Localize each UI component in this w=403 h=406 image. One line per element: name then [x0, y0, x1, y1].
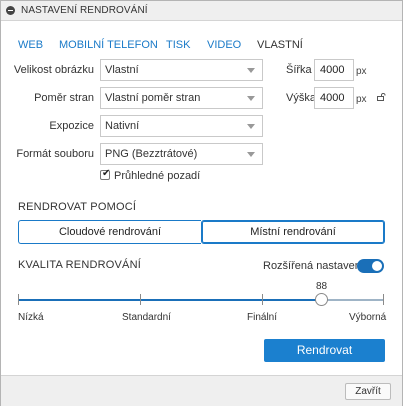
quality-mark-standard: Standardní — [122, 312, 171, 323]
width-value: 4000 — [320, 64, 345, 76]
lock-open-icon[interactable] — [377, 93, 386, 101]
dialog-menu-icon[interactable] — [6, 6, 15, 15]
chevron-down-icon — [247, 124, 255, 129]
chevron-down-icon — [247, 96, 255, 101]
chevron-down-icon — [247, 68, 255, 73]
quality-slider-thumb[interactable] — [315, 293, 328, 306]
check-icon: ✔ — [102, 168, 111, 179]
height-unit: px — [356, 94, 367, 105]
file-format-select[interactable]: PNG (Bezztrátové) — [100, 143, 263, 165]
dialog-title: NASTAVENÍ RENDROVÁNÍ — [21, 5, 148, 16]
width-unit: px — [356, 66, 367, 77]
quality-mark-low: Nízká — [18, 312, 44, 323]
width-field[interactable]: 4000 — [314, 59, 354, 81]
render-settings-dialog: NASTAVENÍ RENDROVÁNÍ WEB MOBILNÍ TELEFON… — [0, 0, 403, 406]
render-with-heading: RENDROVAT POMOCÍ — [18, 201, 137, 213]
file-format-label: Formát souboru — [16, 148, 94, 160]
transparent-bg-checkbox[interactable]: ✔ — [100, 168, 111, 180]
tab-custom[interactable]: VLASTNÍ — [257, 39, 303, 51]
image-size-label: Velikost obrázku — [13, 64, 94, 76]
exposure-select[interactable]: Nativní — [100, 115, 263, 137]
cloud-render-option[interactable]: Cloudové rendrování — [18, 220, 201, 244]
quality-slider-fill — [18, 299, 321, 301]
aspect-select[interactable]: Vlastní poměr stran — [100, 87, 263, 109]
close-button-label: Zavřít — [355, 386, 381, 397]
height-field[interactable]: 4000 — [314, 87, 354, 109]
quality-mark-excellent: Výborná — [349, 312, 387, 323]
toggle-knob — [372, 261, 382, 271]
slider-tick — [262, 294, 263, 305]
file-format-value: PNG (Bezztrátové) — [105, 148, 198, 160]
dialog-footer: Zavřít — [1, 375, 402, 406]
slider-tick — [140, 294, 141, 305]
tab-video[interactable]: VIDEO — [207, 39, 241, 51]
advanced-settings-label: Rozšířená nastavení — [263, 260, 364, 272]
quality-heading: KVALITA RENDROVÁNÍ — [18, 259, 141, 271]
tab-web[interactable]: WEB — [18, 39, 43, 51]
chevron-down-icon — [247, 152, 255, 157]
slider-tick — [18, 294, 19, 305]
transparent-bg-label[interactable]: Průhledné pozadí — [114, 170, 200, 182]
close-button[interactable]: Zavřít — [345, 383, 391, 400]
cloud-render-label: Cloudové rendrování — [58, 226, 162, 238]
render-button-label: Rendrovat — [296, 343, 353, 357]
width-label: Šířka — [286, 64, 312, 76]
exposure-label: Expozice — [49, 120, 94, 132]
local-render-label: Místní rendrování — [250, 226, 336, 238]
quality-mark-final: Finální — [247, 312, 278, 323]
height-label: Výška — [286, 92, 316, 104]
render-button[interactable]: Rendrovat — [264, 339, 385, 362]
slider-tick — [383, 294, 384, 305]
aspect-label: Poměr stran — [34, 92, 94, 104]
quality-value: 88 — [316, 281, 328, 292]
image-size-value: Vlastní — [105, 64, 139, 76]
exposure-value: Nativní — [105, 120, 140, 132]
tab-mobile[interactable]: MOBILNÍ TELEFON — [59, 39, 158, 51]
aspect-value: Vlastní poměr stran — [105, 92, 201, 104]
title-bar: NASTAVENÍ RENDROVÁNÍ — [1, 1, 402, 21]
height-value: 4000 — [320, 92, 345, 104]
local-render-option[interactable]: Místní rendrování — [201, 220, 385, 244]
tab-print[interactable]: TISK — [166, 39, 190, 51]
advanced-settings-toggle[interactable] — [357, 259, 384, 273]
image-size-select[interactable]: Vlastní — [100, 59, 263, 81]
